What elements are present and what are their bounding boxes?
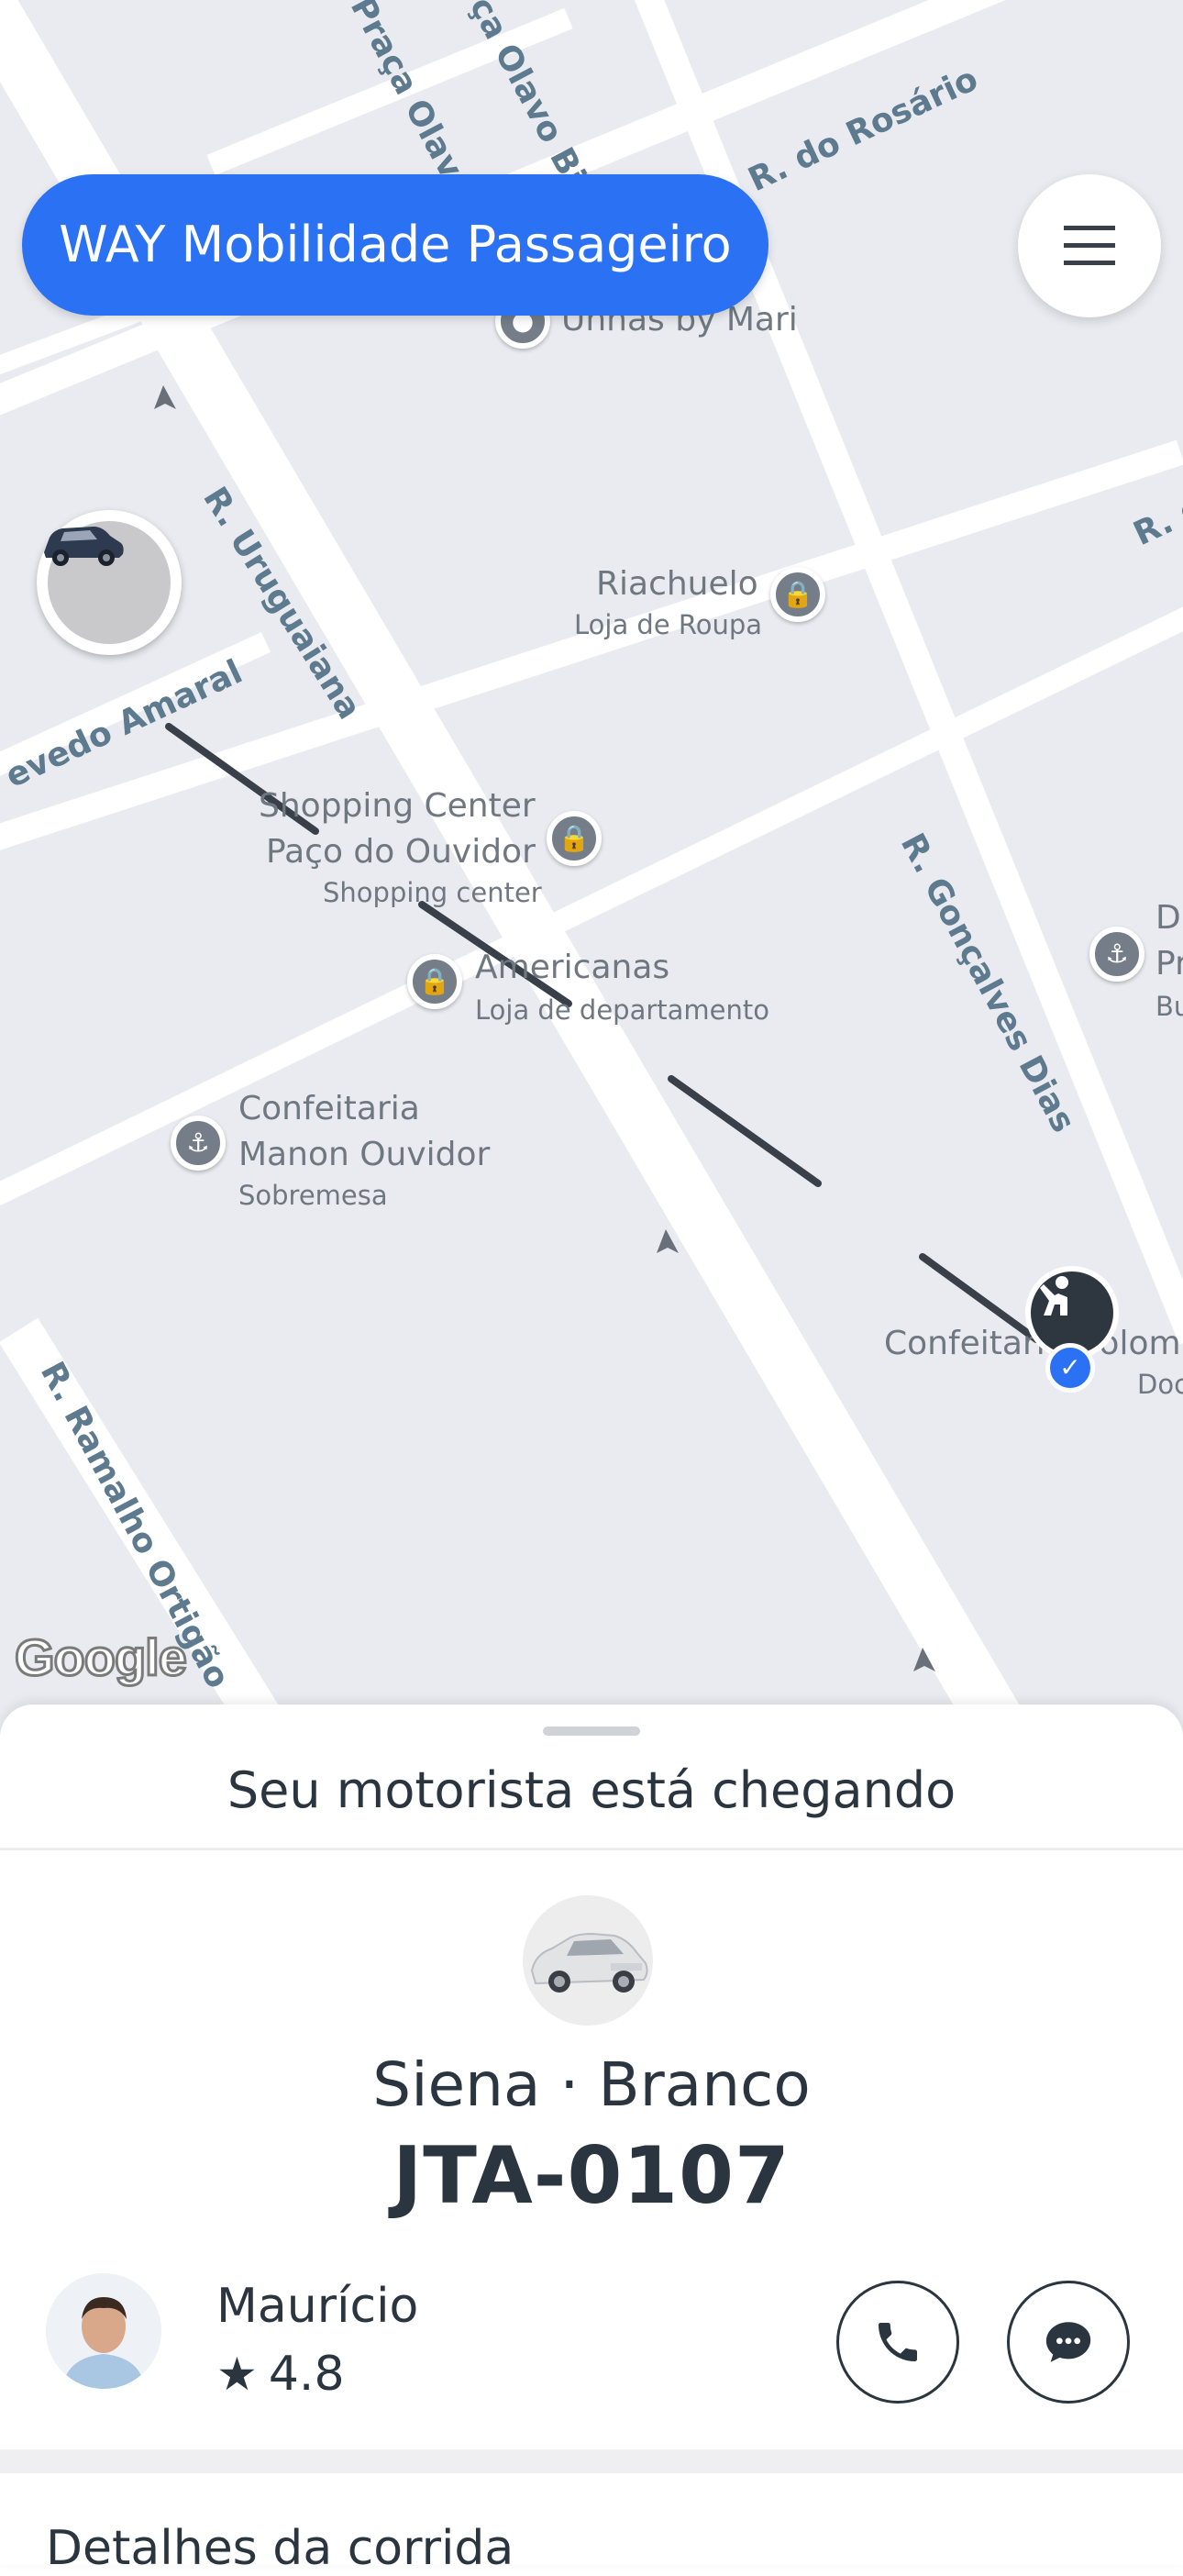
destination-check-icon: ✓ [1045,1343,1095,1393]
ride-status: Seu motorista está chegando [227,1761,956,1819]
menu-button[interactable] [1018,174,1161,317]
restaurant-icon[interactable]: ⚓ [1089,927,1144,982]
poi-name[interactable]: Confeitaria [238,1086,420,1132]
poi-category: Loja de departamento [475,994,769,1026]
hamburger-menu-icon [1064,226,1115,265]
rating-value: 4.8 [268,2347,345,2402]
poi-name[interactable]: Paço do Ouvidor [266,829,536,875]
ride-details-title[interactable]: Detalhes da corrida [46,2521,514,2576]
vehicle-image [523,1895,653,2026]
chat-driver-button[interactable] [1007,2281,1130,2404]
license-plate: JTA-0107 [392,2130,791,2222]
vehicle-model-color: Siena · Branco [372,2049,811,2120]
poi-category: Doc [1137,1369,1183,1400]
poi-category: Loja de Roupa [574,609,763,640]
poi-name[interactable]: Manon Ouvidor [238,1132,490,1178]
poi-name[interactable]: Americanas [475,945,669,991]
poi-category: Shopping center [323,877,542,908]
car-icon [44,521,171,644]
call-driver-button[interactable] [836,2281,959,2404]
shopping-bag-icon[interactable]: 🔒 [407,954,462,1009]
poi-name[interactable]: Shopping Center [259,783,536,829]
driver-name: Maurício [216,2279,419,2334]
section-separator [0,2449,1183,2473]
phone-icon [879,2323,917,2361]
poi-category: Sobremesa [238,1180,388,1211]
restaurant-icon[interactable]: ⚓ [171,1116,226,1171]
google-logo: Google [14,1627,189,1688]
poi-name[interactable]: Pr [1155,941,1183,987]
poi-name[interactable]: Riachuelo [596,561,758,607]
poi-name[interactable]: D [1155,895,1181,941]
driver-avatar [46,2273,161,2389]
app-title-pill[interactable]: WAY Mobilidade Passageiro [22,174,768,316]
drag-handle[interactable] [543,1727,640,1736]
driver-car-marker[interactable] [37,510,182,655]
shopping-bag-icon[interactable]: 🔒 [547,811,602,866]
poi-category: Bu [1155,991,1183,1022]
chat-bubble-icon [1045,2322,1091,2362]
ride-bottom-sheet[interactable]: Seu motorista está chegando Siena · Bran… [0,1704,1183,2576]
divider [0,1848,1183,1850]
shopping-bag-icon[interactable]: 🔒 [770,567,825,622]
star-icon: ★ [216,2348,258,2401]
driver-rating: ★ 4.8 [216,2347,345,2402]
